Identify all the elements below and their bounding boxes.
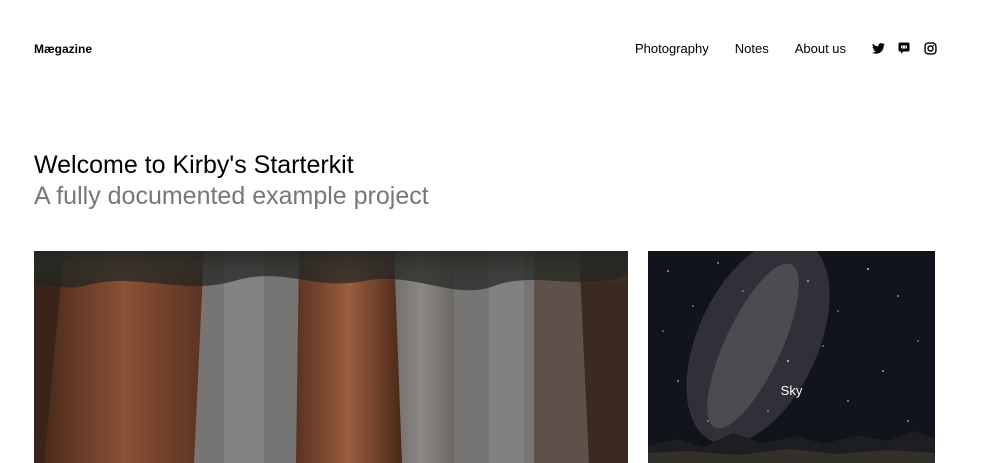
intro: Welcome to Kirby's Starterkit A fully do… (34, 150, 429, 212)
page-title: Welcome to Kirby's Starterkit (34, 151, 354, 179)
site-header: Mægazine Photography Notes About us (34, 40, 937, 60)
social-links (871, 41, 937, 55)
nav-item-notes[interactable]: Notes (735, 41, 769, 56)
instagram-icon[interactable] (923, 41, 937, 55)
sky-image (648, 251, 935, 463)
discord-icon[interactable] (897, 41, 911, 55)
gallery-item-sky[interactable]: Sky (648, 251, 935, 463)
gallery-item-label: Sky (780, 383, 803, 398)
site-logo[interactable]: Mægazine (34, 42, 92, 56)
forest-image (34, 251, 628, 463)
nav-item-photography[interactable]: Photography (635, 41, 709, 56)
nav-item-about-us[interactable]: About us (795, 41, 846, 56)
gallery-item-forest[interactable] (34, 251, 628, 463)
twitter-icon[interactable] (871, 41, 885, 55)
page: Mægazine Photography Notes About us Welc… (0, 0, 1003, 463)
main-nav: Photography Notes About us (635, 41, 846, 56)
page-subtitle: A fully documented example project (34, 182, 429, 210)
